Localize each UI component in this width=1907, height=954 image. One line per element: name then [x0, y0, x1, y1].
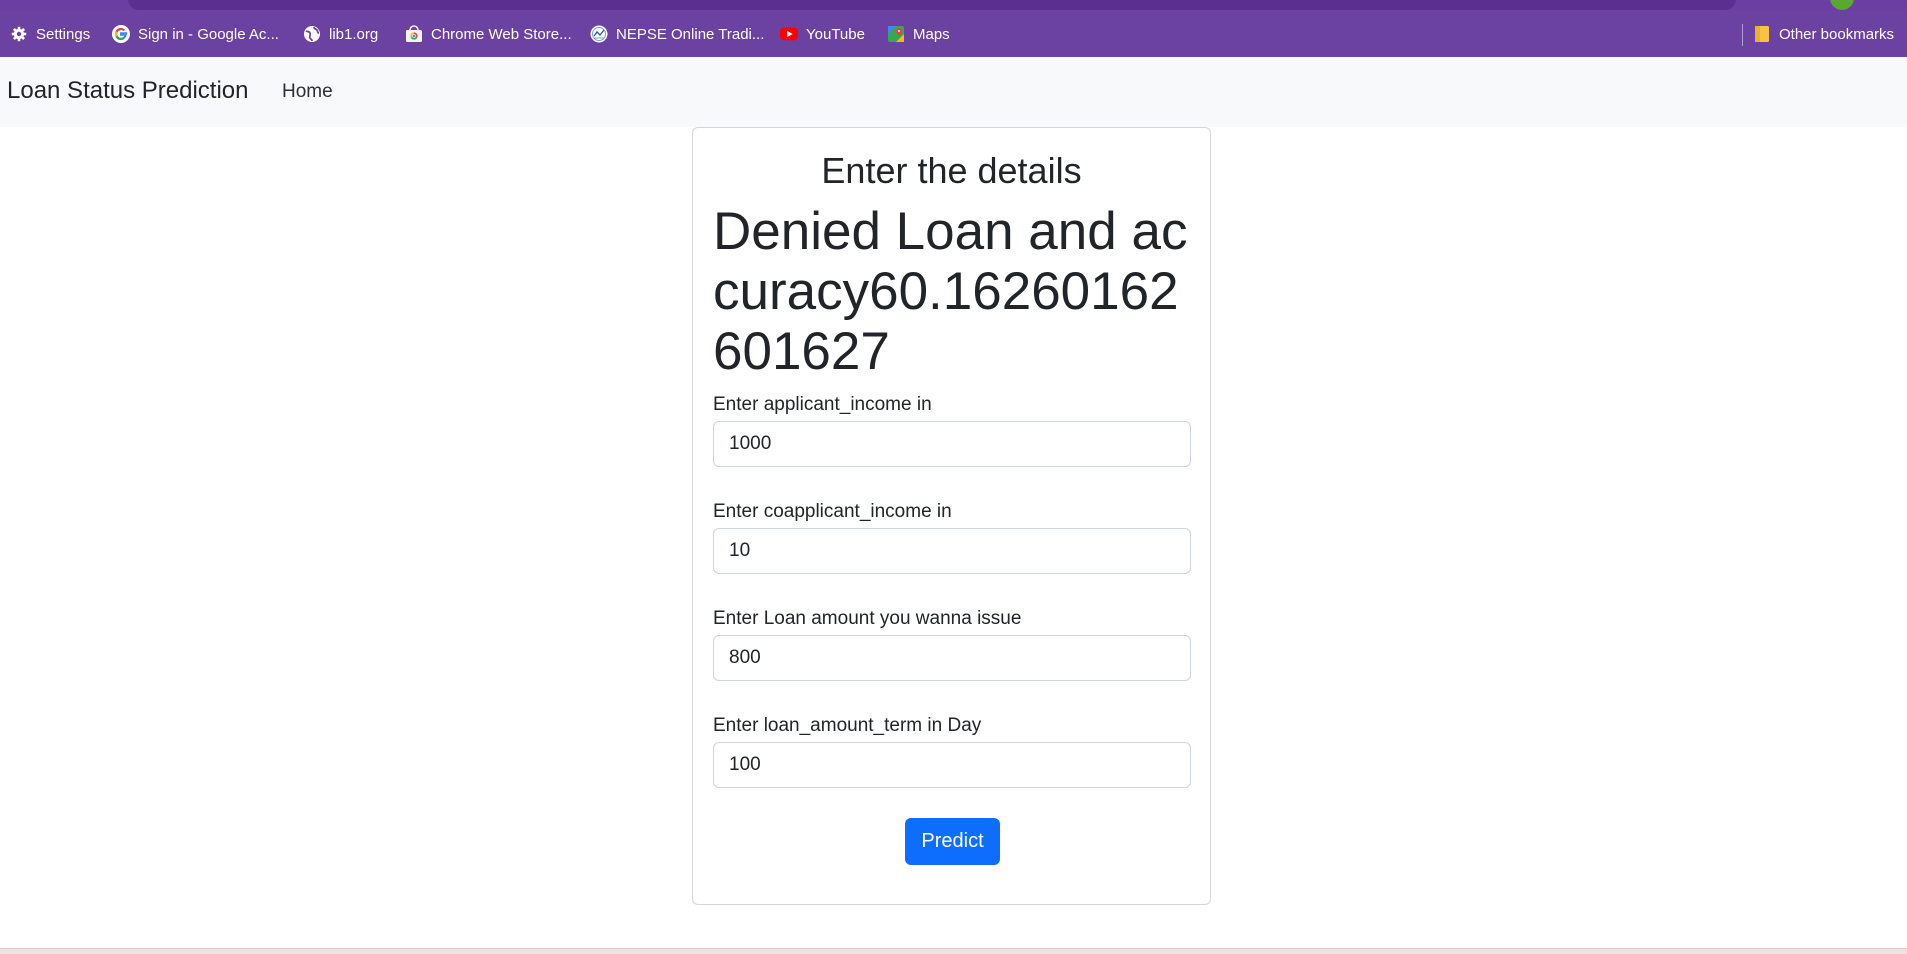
- prediction-result: Denied Loan and accuracy60.1626016260162…: [713, 202, 1188, 381]
- maps-icon: [887, 25, 905, 43]
- folder-icon: [1753, 25, 1771, 43]
- nepse-icon: [590, 25, 608, 43]
- profile-avatar[interactable]: [1830, 0, 1854, 10]
- predict-button[interactable]: Predict: [905, 818, 1000, 865]
- coapplicant-income-input[interactable]: [713, 528, 1191, 574]
- bookmark-settings[interactable]: Settings: [10, 22, 90, 46]
- applicant-income-label: Enter applicant_income in: [713, 394, 932, 415]
- bookmark-label: Maps: [913, 25, 950, 43]
- page-bottom-edge: [0, 948, 1907, 954]
- bookmark-label: lib1.org: [329, 25, 379, 43]
- youtube-icon: [780, 25, 798, 43]
- globe-icon: [303, 25, 321, 43]
- bookmark-lib1[interactable]: lib1.org: [303, 22, 378, 46]
- navbar-brand[interactable]: Loan Status Prediction: [7, 77, 249, 105]
- loan-amount-input[interactable]: [713, 635, 1191, 681]
- loan-term-input[interactable]: [713, 742, 1191, 788]
- bookmark-other-bookmarks[interactable]: Other bookmarks: [1753, 22, 1894, 46]
- bookmark-maps[interactable]: Maps: [887, 22, 950, 46]
- bookmark-label: NEPSE Online Tradi...: [616, 25, 765, 43]
- loan-term-label: Enter loan_amount_term in Day: [713, 715, 982, 736]
- bookmarks-separator: [1742, 24, 1743, 46]
- browser-toolbar: [0, 0, 1907, 10]
- gear-icon: [10, 25, 28, 43]
- bookmark-label: Sign in - Google Ac...: [138, 25, 279, 43]
- prediction-card: Enter the details Denied Loan and accura…: [692, 127, 1211, 905]
- applicant-income-input[interactable]: [713, 421, 1191, 467]
- bookmark-label: Chrome Web Store...: [431, 25, 572, 43]
- nav-link-home[interactable]: Home: [282, 81, 333, 103]
- card-title: Enter the details: [821, 150, 1082, 191]
- bookmark-youtube[interactable]: YouTube: [780, 22, 865, 46]
- bookmark-label: Other bookmarks: [1779, 25, 1895, 43]
- chrome-web-store-icon: [405, 25, 423, 43]
- navbar: Loan Status Prediction Home: [0, 57, 1907, 127]
- bookmark-chrome-web-store[interactable]: Chrome Web Store...: [405, 22, 572, 46]
- bookmarks-bar: Settings Sign in - Google Ac... lib1.org: [0, 10, 1907, 57]
- google-icon: [112, 25, 130, 43]
- coapplicant-income-label: Enter coapplicant_income in: [713, 501, 952, 522]
- bookmark-label: Settings: [36, 25, 91, 43]
- bookmark-label: YouTube: [806, 25, 865, 43]
- loan-amount-label: Enter Loan amount you wanna issue: [713, 608, 1022, 629]
- address-bar[interactable]: [128, 0, 1736, 10]
- bookmark-nepse[interactable]: NEPSE Online Tradi...: [590, 22, 764, 46]
- bookmark-google-signin[interactable]: Sign in - Google Ac...: [112, 22, 279, 46]
